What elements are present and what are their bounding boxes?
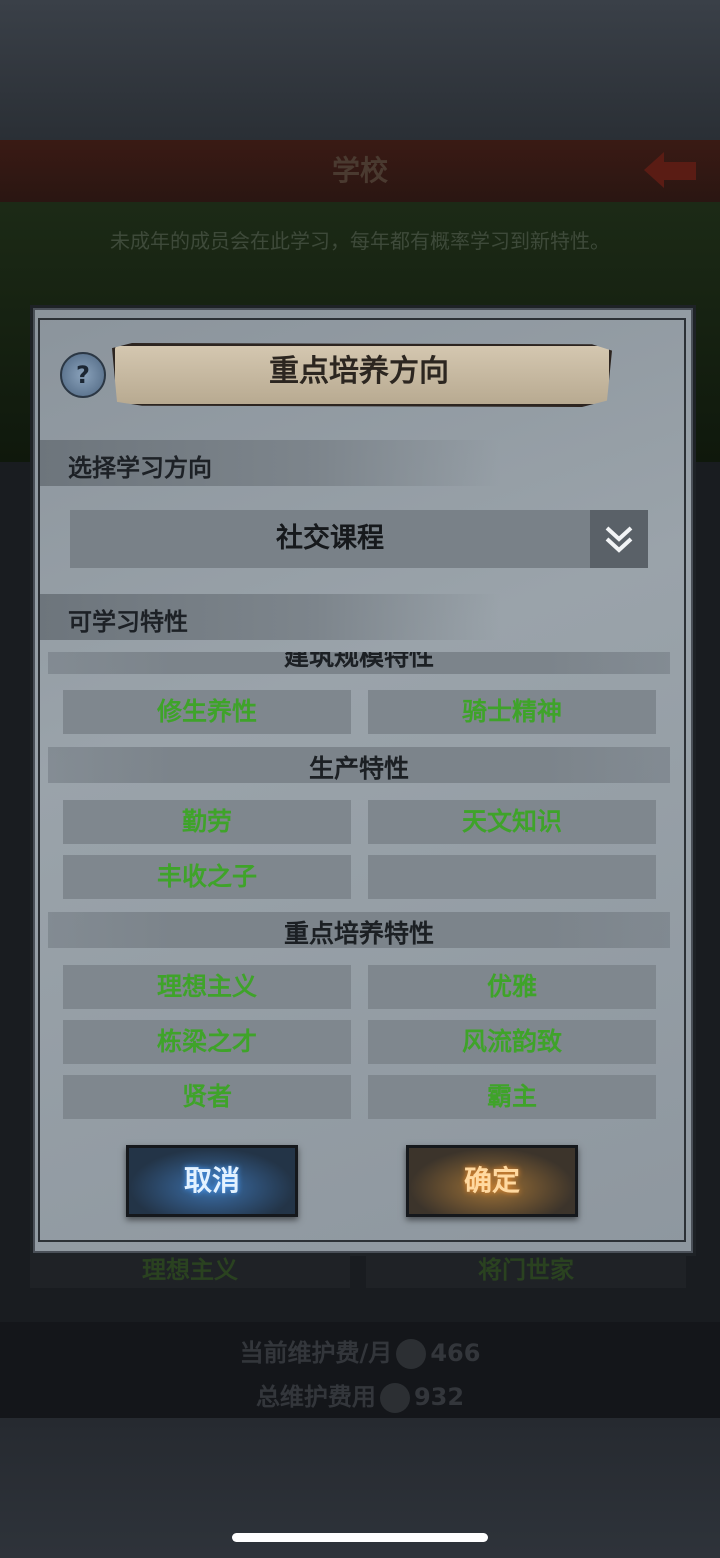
study-direction-value[interactable]: 社交课程 <box>70 510 590 568</box>
trait-item[interactable]: 贤者 <box>63 1075 351 1119</box>
trait-item[interactable]: 丰收之子 <box>63 855 351 899</box>
trait-item[interactable]: 优雅 <box>368 965 656 1009</box>
maintenance-total-value: 932 <box>413 1383 465 1411</box>
maintenance-monthly-row: 当前维护费/月 466 <box>0 1333 720 1369</box>
maintenance-total-row: 总维护费用 932 <box>0 1377 720 1413</box>
trait-cell-empty <box>368 855 656 899</box>
category-title: 重点培养特性 <box>283 919 434 948</box>
trait-item[interactable]: 霸主 <box>368 1075 656 1119</box>
background-top <box>0 0 720 140</box>
cancel-button-label[interactable]: 取消 <box>126 1145 298 1217</box>
coin-icon <box>379 1383 410 1413</box>
double-chevron-down-icon[interactable] <box>590 510 648 568</box>
trait-item[interactable]: 风流韵致 <box>368 1020 656 1064</box>
background-title: 学校 <box>331 154 388 187</box>
traits-section-label: 可学习特性 <box>68 608 188 636</box>
maintenance-monthly-label: 当前维护费/月 <box>239 1339 393 1367</box>
trait-item[interactable]: 理想主义 <box>63 965 351 1009</box>
trait-item[interactable]: 骑士精神 <box>368 690 656 734</box>
trait-item[interactable]: 栋梁之才 <box>63 1020 351 1064</box>
coin-icon <box>396 1339 427 1369</box>
confirm-button-label[interactable]: 确定 <box>406 1145 578 1217</box>
home-indicator[interactable] <box>232 1533 488 1542</box>
trait-item[interactable]: 天文知识 <box>368 800 656 844</box>
category-title: 建筑规模特性 <box>283 652 434 671</box>
dialog-title: 重点培养方向 <box>269 354 449 389</box>
maintenance-total-label: 总维护费用 <box>255 1383 376 1411</box>
back-arrow-icon[interactable] <box>640 148 700 192</box>
question-mark-icon[interactable]: ? <box>60 352 106 398</box>
select-section-label: 选择学习方向 <box>68 454 212 482</box>
maintenance-monthly-value: 466 <box>430 1339 481 1367</box>
trait-item[interactable]: 勤劳 <box>63 800 351 844</box>
category-title: 生产特性 <box>308 754 409 783</box>
background-description: 未成年的成员会在此学习，每年都有概率学习到新特性。 <box>110 229 610 253</box>
trait-item[interactable]: 修生养性 <box>63 690 351 734</box>
